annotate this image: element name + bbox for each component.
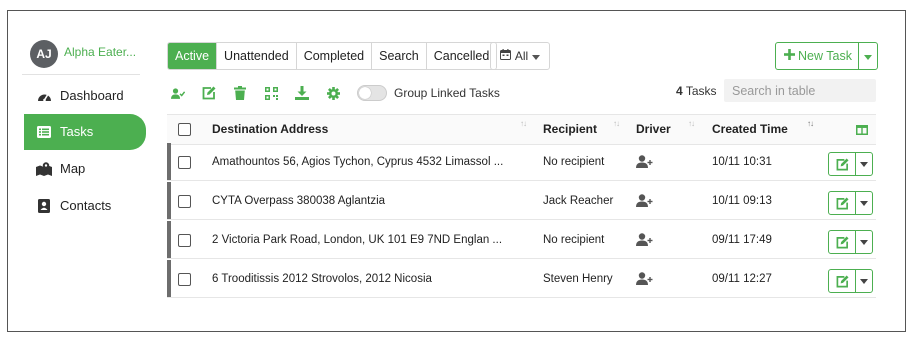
gear-icon[interactable] [326,86,340,100]
dashboard-gauge-icon [36,78,52,114]
group-linked-toggle[interactable] [357,85,387,101]
new-task-label: New Task [798,49,852,63]
group-linked-label: Group Linked Tasks [394,86,500,100]
task-count-label: Tasks [685,84,717,98]
search-input[interactable] [724,79,876,102]
sidebar-item-contacts[interactable]: Contacts [24,188,146,224]
assign-driver-icon[interactable] [636,194,654,210]
assign-user-icon[interactable] [171,86,185,100]
date-filter-dropdown[interactable]: All [490,42,550,70]
table-row[interactable]: CYTA Overpass 380038 Aglantzia Jack Reac… [167,182,876,220]
row-checkbox[interactable] [178,273,191,286]
row-action-group [828,191,873,215]
cell-created: 09/11 17:49 [712,234,772,246]
status-tabs: Active Unattended Completed Search Cance… [167,42,498,70]
row-action-group [828,152,873,176]
table-row[interactable]: Amathountos 56, Agios Tychon, Cyprus 453… [167,143,876,181]
caret-down-icon[interactable] [856,192,872,214]
sidebar-item-label: Tasks [60,124,94,139]
edit-icon[interactable] [829,270,856,292]
sidebar-item-tasks[interactable]: Tasks [24,114,146,150]
assign-driver-icon[interactable] [636,233,654,249]
column-header-recipient[interactable]: Recipient [543,115,597,144]
map-icon [36,151,52,187]
edit-icon[interactable] [829,192,856,214]
row-action-group [828,269,873,293]
qr-code-icon[interactable] [264,86,278,100]
toggle-knob [359,87,371,99]
table-header: Destination Address ↑↓ Recipient ↑↓ Driv… [167,114,876,145]
task-count-number: 4 [676,84,683,98]
cell-recipient: No recipient [543,156,605,168]
calendar-icon [499,49,511,63]
assign-driver-icon[interactable] [636,272,654,288]
caret-down-icon [863,49,872,63]
sidebar-item-label: Map [60,161,86,176]
select-all-checkbox[interactable] [178,123,191,136]
list-icon [36,114,52,150]
contacts-icon [36,188,52,224]
plus-icon [784,43,795,69]
new-task-button[interactable]: New Task [776,43,858,69]
row-checkbox[interactable] [178,156,191,169]
edit-icon[interactable] [829,231,856,253]
sort-icon[interactable]: ↑↓ [807,119,814,128]
sidebar-item-label: Dashboard [60,88,124,103]
tab-completed[interactable]: Completed [296,43,373,69]
row-checkbox[interactable] [178,195,191,208]
download-icon[interactable] [295,86,309,100]
caret-down-icon[interactable] [856,270,872,292]
edit-icon[interactable] [829,153,856,175]
sort-icon[interactable]: ↑↓ [520,119,527,128]
cell-recipient: No recipient [543,234,605,246]
cell-address: Amathountos 56, Agios Tychon, Cyprus 453… [212,156,504,168]
row-checkbox[interactable] [178,234,191,247]
tab-cancelled[interactable]: Cancelled [426,43,497,69]
row-status-marker [167,143,171,180]
table-row[interactable]: 6 Trooditissis 2012 Strovolos, 2012 Nico… [167,260,876,298]
cell-address: 2 Victoria Park Road, London, UK 101 E9 … [212,234,503,246]
caret-down-icon[interactable] [856,153,872,175]
cell-address: CYTA Overpass 380038 Aglantzia [212,195,386,207]
row-action-group [828,230,873,254]
tab-active[interactable]: Active [168,43,218,69]
columns-toggle-icon[interactable] [856,124,868,138]
cell-address: 6 Trooditissis 2012 Strovolos, 2012 Nico… [212,273,432,285]
sidebar-item-label: Contacts [60,198,112,213]
avatar[interactable]: AJ [30,40,58,68]
column-header-driver[interactable]: Driver [636,115,671,144]
cell-created: 10/11 10:31 [712,156,772,168]
tab-unattended[interactable]: Unattended [217,43,297,69]
sidebar-item-map[interactable]: Map [24,151,146,187]
cell-recipient: Steven Henry [543,273,613,285]
caret-down-icon[interactable] [856,231,872,253]
column-header-destination[interactable]: Destination Address [212,115,328,144]
trash-icon[interactable] [233,86,247,100]
sidebar-item-dashboard[interactable]: Dashboard [24,78,146,114]
row-status-marker [167,260,171,297]
caret-down-icon [532,49,541,63]
new-task-dropdown-toggle[interactable] [857,43,877,69]
sort-icon[interactable]: ↑↓ [688,119,695,128]
tab-search[interactable]: Search [372,43,427,69]
new-task-button-group: New Task [775,42,878,70]
cell-created: 10/11 09:13 [712,195,772,207]
table-toolbar [171,84,357,102]
row-status-marker [167,182,171,219]
row-status-marker [167,221,171,258]
cell-recipient: Jack Reacher [543,195,614,207]
column-header-created[interactable]: Created Time [712,115,788,144]
user-profile[interactable]: AJ Alpha Eater... [22,30,140,75]
sort-icon[interactable]: ↑↓ [613,119,620,128]
date-filter-label: All [514,49,529,63]
task-count: 4 Tasks [676,84,717,98]
assign-driver-icon[interactable] [636,155,654,171]
edit-icon[interactable] [202,86,216,100]
table-row[interactable]: 2 Victoria Park Road, London, UK 101 E9 … [167,221,876,259]
profile-name[interactable]: Alpha Eater... [64,45,136,59]
cell-created: 09/11 12:27 [712,273,772,285]
